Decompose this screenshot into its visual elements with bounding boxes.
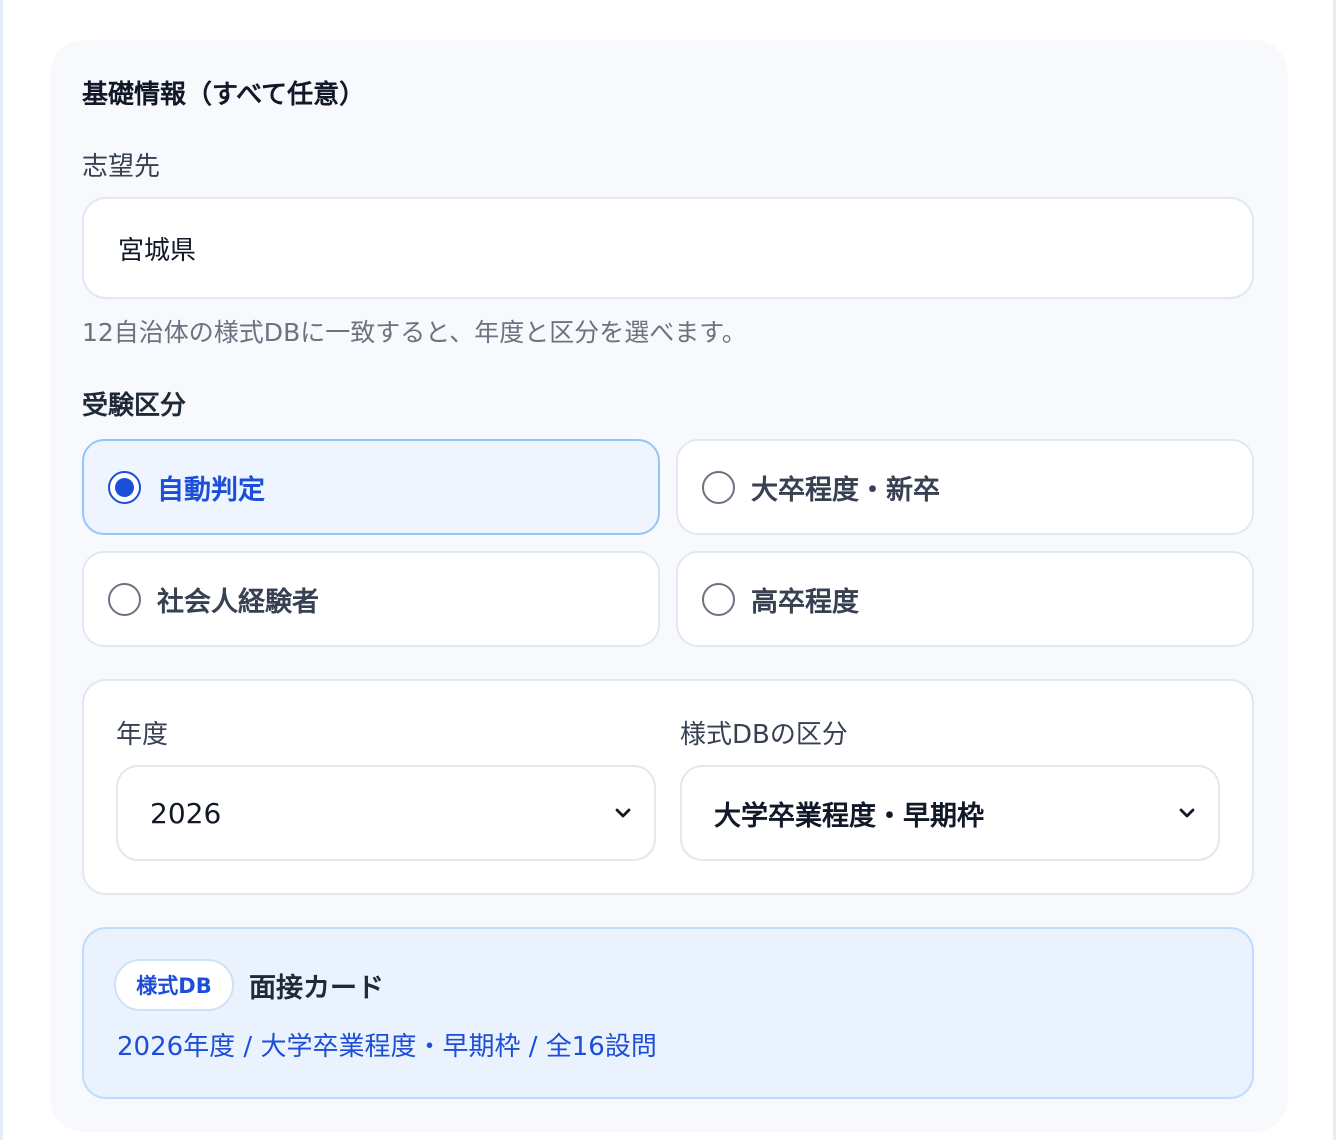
- exam-category-option-auto[interactable]: 自動判定: [82, 439, 660, 535]
- radio-label: 大卒程度・新卒: [751, 474, 940, 506]
- result-title: 面接カード: [249, 973, 384, 1004]
- year-label: 年度: [116, 720, 169, 750]
- year-select-value: 2026: [150, 796, 222, 830]
- result-meta: 2026年度 / 大学卒業程度・早期枠 / 全16設問: [117, 1032, 657, 1062]
- radio-label: 高卒程度: [751, 586, 859, 618]
- template-result-card: [82, 927, 1254, 1099]
- db-category-label: 様式DBの区分: [680, 720, 848, 750]
- exam-category-option-university-new-grad[interactable]: 大卒程度・新卒: [676, 439, 1254, 535]
- year-select[interactable]: 2026: [116, 765, 656, 861]
- exam-category-option-high-school[interactable]: 高卒程度: [676, 551, 1254, 647]
- radio-unselected-icon: [108, 582, 141, 616]
- radio-unselected-icon: [702, 582, 735, 616]
- section-title: 基礎情報（すべて任意）: [82, 80, 366, 110]
- destination-input[interactable]: [82, 197, 1254, 299]
- radio-label: 社会人経験者: [157, 586, 319, 618]
- chevron-down-icon: [615, 808, 631, 818]
- exam-category-option-experienced[interactable]: 社会人経験者: [82, 551, 660, 647]
- db-category-select[interactable]: 大学卒業程度・早期枠: [680, 765, 1220, 861]
- exam-category-label: 受験区分: [82, 391, 187, 421]
- radio-label: 自動判定: [157, 474, 265, 506]
- radio-unselected-icon: [702, 470, 735, 504]
- radio-selected-icon: [108, 470, 141, 504]
- destination-help-text: 12自治体の様式DBに一致すると、年度と区分を選べます。: [82, 318, 747, 347]
- destination-label: 志望先: [82, 152, 161, 182]
- db-category-select-value: 大学卒業程度・早期枠: [714, 800, 984, 832]
- chevron-down-icon: [1179, 808, 1195, 818]
- db-badge: 様式DB: [114, 959, 234, 1011]
